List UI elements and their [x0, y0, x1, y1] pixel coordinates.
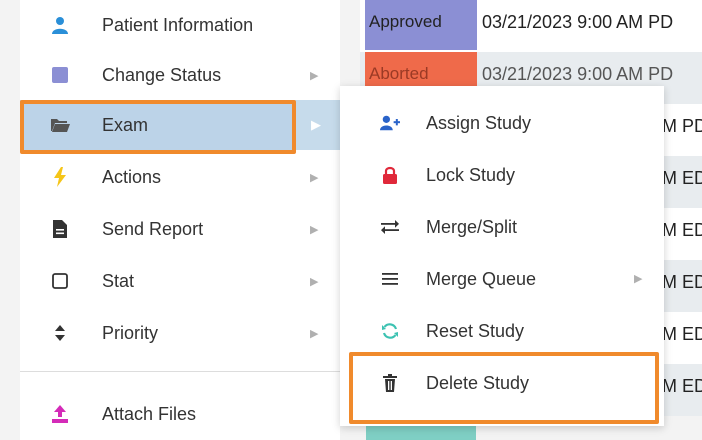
delete-study-highlight-box: [349, 352, 659, 424]
square-icon: [50, 65, 70, 85]
list-icon: [380, 269, 400, 289]
document-icon: [50, 219, 70, 239]
menu-item-send-report[interactable]: Send Report ▶: [20, 204, 340, 254]
chevron-right-icon: ▶: [310, 69, 319, 82]
upload-icon: [50, 404, 70, 424]
menu-item-label: Actions: [102, 166, 162, 187]
person-icon: [50, 15, 70, 35]
submenu-item-merge-split[interactable]: Merge/Split: [340, 202, 664, 252]
submenu-item-label: Assign Study: [426, 113, 532, 133]
date-cell: M ED: [662, 220, 702, 240]
submenu-item-merge-queue[interactable]: Merge Queue ▶: [340, 254, 664, 304]
chevron-right-icon: ▶: [634, 273, 643, 285]
submenu-item-label: Lock Study: [426, 165, 516, 185]
menu-item-stat[interactable]: Stat ▶: [20, 256, 340, 306]
menu-item-priority[interactable]: Priority ▶: [20, 308, 340, 358]
chevron-right-icon: ▶: [310, 327, 319, 340]
menu-item-attach-files[interactable]: Attach Files: [20, 389, 340, 439]
submenu-item-label: Merge/Split: [426, 217, 518, 237]
exam-highlight-box: [20, 100, 296, 154]
menu-item-label: Change Status: [102, 64, 222, 85]
submenu-item-label: Merge Queue: [426, 269, 537, 289]
menu-item-label: Attach Files: [102, 403, 197, 424]
menu-divider: [20, 371, 340, 372]
date-cell: M PD: [662, 116, 702, 136]
table-row[interactable]: Approved 03/21/2023 9:00 AM PD: [360, 0, 702, 52]
lightning-icon: [50, 167, 70, 187]
checkbox-icon: [50, 271, 70, 291]
chevron-right-icon: ▶: [292, 100, 340, 150]
date-cell: M ED: [662, 324, 702, 344]
arrows-exchange-icon: [380, 217, 400, 237]
submenu-item-label: Reset Study: [426, 321, 525, 341]
date-cell: M ED: [662, 168, 702, 188]
submenu-item-lock-study[interactable]: Lock Study: [340, 150, 664, 200]
context-menu: Patient Information Change Status ▶ Exam…: [20, 0, 340, 440]
menu-item-label: Priority: [102, 322, 159, 343]
sort-icon: [50, 323, 70, 343]
menu-item-label: Send Report: [102, 218, 204, 239]
chevron-right-icon: ▶: [310, 223, 319, 236]
status-badge: Approved: [365, 0, 477, 50]
menu-item-patient-information[interactable]: Patient Information: [20, 0, 340, 50]
chevron-right-icon: ▶: [310, 171, 319, 184]
status-color-strip: [366, 424, 476, 440]
menu-item-change-status[interactable]: Change Status ▶: [20, 50, 340, 100]
lock-icon: [380, 165, 400, 185]
menu-item-actions[interactable]: Actions ▶: [20, 152, 340, 202]
date-cell: M ED: [662, 272, 702, 292]
date-cell: 03/21/2023 9:00 AM PD: [482, 12, 674, 32]
chevron-right-icon: ▶: [310, 275, 319, 288]
date-cell: M ED: [662, 376, 702, 396]
submenu-item-assign-study[interactable]: Assign Study: [340, 98, 664, 148]
submenu-item-reset-study[interactable]: Reset Study: [340, 306, 664, 356]
menu-item-label: Patient Information: [102, 14, 254, 35]
menu-item-label: Stat: [102, 270, 135, 291]
refresh-icon: [380, 321, 400, 341]
user-plus-icon: [380, 113, 400, 133]
